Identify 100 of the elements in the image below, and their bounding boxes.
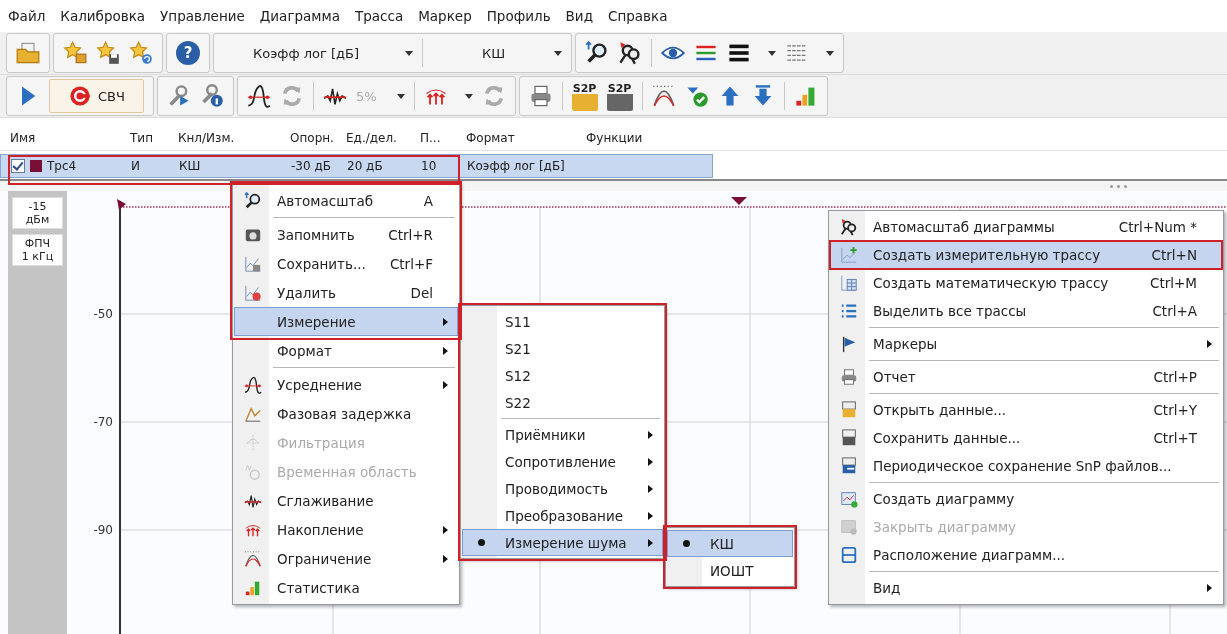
magnifier-icon [244,191,262,210]
shortcut-text: Ctrl+A [1152,303,1198,319]
table-row[interactable]: Трс4 И КШ -30 дБ 20 дБ 10 Коэфф лог [дБ] [0,154,713,178]
file-arrow-icon [840,457,858,475]
menu-item[interactable]: Измерение шума [462,529,663,556]
menu-item[interactable]: Сохранить данные... Ctrl+T [830,424,1222,452]
limit-curves-icon[interactable] [651,84,676,108]
column-header[interactable]: Опорн. [288,131,344,145]
menu-item[interactable]: Выделить все трассы Ctrl+A [830,297,1222,325]
magnifier-pair-icon[interactable] [618,41,642,65]
menu-item[interactable]: Создать измерительную трассу Ctrl+N [830,241,1222,269]
radio-dot-icon [682,540,690,547]
menu-item[interactable]: Приёмники [462,421,663,448]
menu-bar-item[interactable]: Диаграмма [259,8,340,24]
menu-item[interactable]: Вид [830,574,1222,602]
menu-item[interactable]: Сопротивление [462,448,663,475]
menu-item[interactable]: Фазовая задержка [234,399,458,428]
menu-item[interactable]: Измерение [234,307,458,336]
menu-item[interactable]: Усреднение [234,370,458,399]
menu-item[interactable]: Преобразование [462,502,663,529]
menu-item[interactable]: Ограничение [234,544,458,573]
menu-bar-item[interactable]: Управление [160,8,245,24]
menu-item[interactable]: Отчет Ctrl+P [830,363,1222,391]
shortcut-text: Ctrl+M [1150,275,1198,291]
menu-item[interactable]: КШ [667,530,793,557]
star-disk-icon[interactable] [96,41,120,65]
table-cell-text: 10 [420,159,438,173]
submenu-arrow-icon [648,484,653,493]
menu-item[interactable]: S12 [462,362,663,389]
menu-item[interactable]: ИОШТ [667,557,793,584]
menu-item[interactable]: S22 [462,389,663,416]
grip-icon[interactable] [1110,184,1127,188]
column-header[interactable]: Ед./дел. [344,131,418,145]
menu-item[interactable]: Формат [234,336,458,365]
curve-icon [244,375,262,394]
folder-icon[interactable] [16,41,40,65]
menu-item[interactable]: Расположение диаграмм... [830,541,1222,569]
chart-plus-icon [840,246,858,264]
column-header[interactable]: Функции [584,131,724,145]
crosshair-icon [244,433,262,452]
menu-bar-item[interactable]: Трасса [354,8,404,24]
menu-item[interactable]: S11 [462,308,663,335]
column-header[interactable]: Имя [8,131,128,145]
menu-item[interactable]: Открыть данные... Ctrl+Y [830,396,1222,424]
format-dropdown[interactable]: Коэфф лог [дБ] [223,38,413,68]
bandwidth-value: 1 кГц [21,250,54,263]
table-cell: Трс4 [47,159,77,173]
menu-bar-item[interactable]: Маркер [418,8,472,24]
submenu-arrow-icon [648,430,653,439]
star-folder-icon[interactable] [63,41,87,65]
measurement-dropdown[interactable]: КШ [432,38,562,68]
menu-item[interactable]: Создать математическую трассу Ctrl+M [830,269,1222,297]
menu-bar-item[interactable]: Профиль [486,8,551,24]
column-header[interactable]: Кнл/Изм. [176,131,288,145]
help-button[interactable]: ? [176,41,200,65]
menu-item[interactable]: Статистика [234,573,458,602]
curve-icon[interactable] [246,84,271,108]
menu-item[interactable]: Проводимость [462,475,663,502]
caret-icon [554,50,562,56]
caret-icon[interactable] [826,50,834,56]
printer-icon[interactable] [528,84,553,108]
menu-item[interactable]: Сохранить... Ctrl+F [234,249,458,278]
column-header[interactable]: Тип [128,131,176,145]
power-icon [68,84,92,108]
menu-item[interactable]: Автомасштаб диаграммы Ctrl+Num * [830,213,1222,241]
menu-bar-item[interactable]: Файл [8,8,46,24]
level-unit: дБм [25,213,50,226]
menu-bar-item[interactable]: Вид [565,8,593,24]
caret-icon[interactable] [464,93,473,99]
chart-disk-icon [244,254,262,273]
menu-item[interactable]: S21 [462,335,663,362]
data-file-button[interactable]: S2P [606,81,633,111]
menu-item[interactable]: Запомнить Ctrl+R [234,220,458,249]
split-window-icon [840,546,858,564]
menu-item[interactable]: Периодическое сохранение SnP файлов... [830,452,1222,480]
menu-item[interactable]: Удалить Del [234,278,458,307]
chart-table-icon [840,274,858,292]
menu-item[interactable]: Создать диаграмму [830,485,1222,513]
caret-icon[interactable] [768,50,776,56]
column-header[interactable]: Формат [464,131,584,145]
menu-item[interactable]: Автомасштаб A [234,186,458,215]
caret-icon [396,93,405,99]
table-cell-text: КШ [178,159,202,173]
menu-item[interactable]: Накопление [234,515,458,544]
file-disk-icon [840,429,858,447]
star-refresh-icon[interactable] [129,41,153,65]
shortcut-text: Ctrl+N [1151,247,1198,263]
marker-icon[interactable] [117,199,126,210]
menu-bar-item[interactable]: Калибровка [60,8,146,24]
rf-button[interactable]: СВЧ [49,79,144,113]
submenu-arrow-icon [443,554,448,563]
checkbox[interactable] [11,159,25,173]
marker-icon[interactable] [731,197,747,205]
flag-icon [840,335,858,353]
data-file-button[interactable]: S2P [571,81,598,111]
magnifier-icon[interactable] [585,41,609,65]
column-header[interactable]: П... [418,131,464,145]
menu-item[interactable]: Сглаживание [234,486,458,515]
menu-bar-item[interactable]: Справка [608,8,668,24]
menu-item[interactable]: Маркеры [830,330,1222,358]
